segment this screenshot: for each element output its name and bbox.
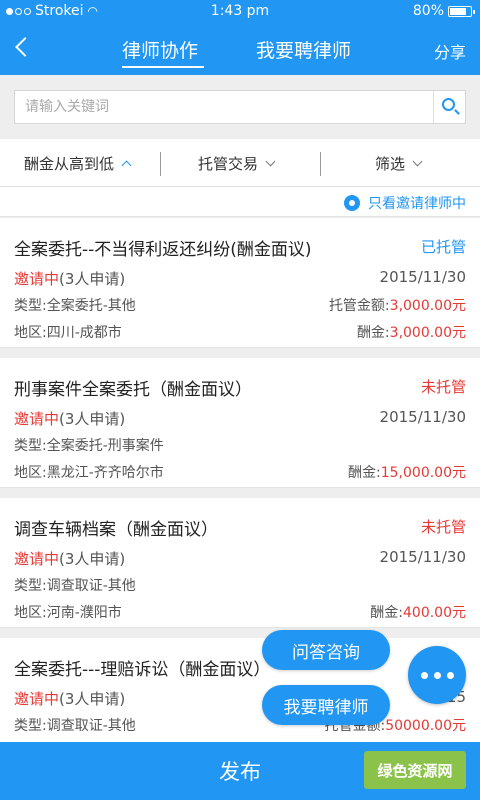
escrow-dropdown[interactable]: 托管交易	[198, 153, 276, 174]
fee-value: 15,000.00元	[380, 465, 466, 481]
search-input[interactable]	[15, 91, 425, 123]
case-region: 地区:河南-濮阳市	[14, 605, 122, 621]
active-tab-indicator	[122, 66, 204, 68]
fee-label: 酬金:	[370, 605, 403, 621]
applicant-count: (3人申请)	[59, 410, 126, 428]
case-type: 类型:调查取证-其他	[14, 578, 136, 594]
case-card[interactable]: 调查车辆档案（酬金面议） 未托管邀请中(3人申请) 2015/11/30 类型:调查取…	[0, 498, 480, 628]
case-title: 全案委托--不当得利返还纠纷(酬金面议)	[14, 240, 312, 260]
fee-value: 400.00元	[403, 605, 466, 621]
chevron-down-icon	[265, 156, 276, 167]
escrow-status-badge: 未托管	[420, 378, 466, 396]
escrow-amount-label: 托管金额:	[328, 298, 390, 314]
applicant-count: (3人申请)	[59, 550, 126, 568]
hire-lawyer-button[interactable]: 我要聘律师	[262, 685, 390, 725]
case-fee: 酬金:400.00元	[370, 602, 466, 622]
dot	[420, 671, 428, 679]
filter-label: 筛选	[375, 155, 406, 173]
invite-status-label: 邀请中	[14, 410, 60, 428]
escrow-status-badge: 已托管	[420, 238, 466, 256]
case-fee: 酬金:3,000.00元	[357, 322, 466, 342]
divider	[160, 152, 161, 176]
case-region: 地区:黑龙江-齐齐哈尔市	[14, 465, 164, 481]
case-list: 全案委托--不当得利返还纠纷(酬金面议) 已托管 邀请中(3人申请) 2015/11/…	[0, 218, 480, 778]
escrow-status-badge: 未托管	[420, 518, 466, 536]
chevron-up-icon	[121, 160, 132, 171]
case-region: 地区:四川-成都市	[14, 325, 122, 341]
case-fee: 酬金:15,000.00元	[348, 462, 466, 482]
back-icon[interactable]	[12, 34, 36, 62]
status-bar: Strokei ◠ 1:43 pm 80%	[0, 0, 480, 24]
header: Strokei ◠ 1:43 pm 80% 律师协作 我要聘律师 分享	[0, 0, 480, 75]
sort-label: 酬金从高到低	[24, 155, 115, 173]
filter-dropdown[interactable]: 筛选	[375, 153, 423, 174]
case-title: 刑事案件全案委托（酬金面议）	[14, 380, 252, 400]
invite-status-label: 邀请中	[14, 690, 60, 708]
invite-status: 邀请中(3人申请)	[14, 688, 125, 709]
divider	[320, 152, 321, 176]
escrow-amount-value: 50000.00元	[385, 718, 466, 734]
case-title: 调查车辆档案（酬金面议）	[14, 520, 218, 540]
share-button[interactable]: 分享	[434, 39, 466, 63]
clock: 1:43 pm	[210, 3, 270, 19]
case-type: 类型:全案委托-刑事案件	[14, 438, 164, 454]
dot	[446, 671, 454, 679]
tab-lawyer-collaboration[interactable]: 律师协作	[122, 36, 198, 63]
case-type: 类型:调查取证-其他	[14, 718, 136, 734]
search-button[interactable]	[433, 91, 465, 123]
case-date: 2015/11/30	[379, 548, 466, 566]
case-card[interactable]: 全案委托--不当得利返还纠纷(酬金面议) 已托管邀请中(3人申请) 2015/11/…	[0, 218, 480, 348]
nav-bar: 律师协作 我要聘律师 分享	[0, 24, 480, 75]
invite-status-label: 邀请中	[14, 550, 60, 568]
search-area	[0, 75, 480, 139]
battery-percent: 80%	[412, 3, 444, 19]
invite-only-label: 只看邀请律师中	[368, 196, 466, 212]
tab-hire-lawyer[interactable]: 我要聘律师	[256, 36, 351, 63]
applicant-count: (3人申请)	[59, 690, 126, 708]
invite-filter-row: 只看邀请律师中	[0, 187, 480, 217]
escrow-label: 托管交易	[198, 155, 259, 173]
fee-label: 酬金:	[348, 465, 381, 481]
fee-value: 3,000.00元	[389, 325, 466, 341]
invite-status-label: 邀请中	[14, 270, 60, 288]
case-type: 类型:全案委托-其他	[14, 298, 136, 314]
chevron-down-icon	[412, 156, 423, 167]
case-title: 全案委托---理赔诉讼（酬金面议）	[14, 660, 271, 680]
sort-dropdown[interactable]: 酬金从高到低	[24, 153, 132, 174]
applicant-count: (3人申请)	[59, 270, 126, 288]
invite-status: 邀请中(3人申请)	[14, 268, 125, 289]
case-date: 2015/11/30	[379, 408, 466, 426]
case-date: 2015/11/30	[379, 268, 466, 286]
escrow-amount-value: 3,000.00元	[389, 298, 466, 314]
dot	[433, 671, 441, 679]
filter-bar: 酬金从高到低 托管交易 筛选	[0, 139, 480, 187]
fee-label: 酬金:	[356, 325, 390, 341]
battery-icon	[448, 5, 475, 17]
battery-info: 80%	[412, 3, 475, 19]
invite-only-toggle[interactable]: 只看邀请律师中	[344, 193, 466, 213]
escrow-amount: 托管金额:3,000.00元	[329, 295, 466, 315]
qa-consult-button[interactable]: 问答咨询	[262, 630, 390, 670]
search-box	[14, 90, 466, 124]
case-card[interactable]: 刑事案件全案委托（酬金面议） 未托管邀请中(3人申请) 2015/11/30 类型:全…	[0, 358, 480, 488]
search-icon	[442, 98, 455, 111]
radio-checked-icon	[344, 195, 360, 211]
invite-status: 邀请中(3人申请)	[14, 548, 125, 569]
invite-status: 邀请中(3人申请)	[14, 408, 125, 429]
more-menu-button[interactable]	[408, 646, 466, 704]
watermark-logo: 绿色资源网	[364, 751, 466, 789]
